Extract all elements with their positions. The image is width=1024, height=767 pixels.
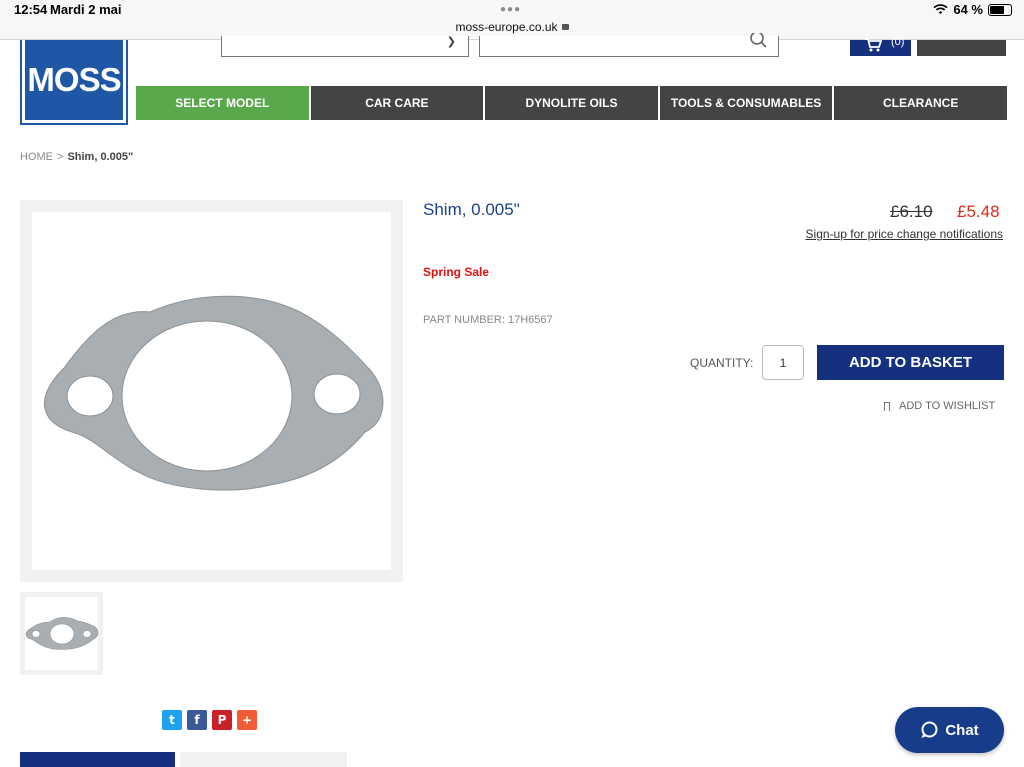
part-number: PART NUMBER: 17H6567	[423, 314, 553, 326]
nav-dynolite-oils[interactable]: DYNOLITE OILS	[485, 86, 658, 120]
address-url: moss-europe.co.uk	[455, 20, 558, 34]
logo-text: MOSS	[27, 61, 121, 98]
wishlist-label: ADD TO WISHLIST	[899, 400, 996, 412]
sale-label: Spring Sale	[423, 265, 490, 279]
cart-button[interactable]: (0)	[850, 36, 911, 56]
breadcrumb-separator: >	[57, 151, 64, 163]
status-indicators: 64 %	[933, 2, 1012, 17]
pinterest-icon[interactable]: P	[212, 710, 232, 730]
nav-tools-consumables[interactable]: TOOLS & CONSUMABLES	[659, 86, 833, 120]
address-bar[interactable]: moss-europe.co.uk	[0, 20, 1024, 34]
tab-application[interactable]	[20, 752, 175, 767]
main-nav: SELECT MODEL CAR CARE DYNOLITE OILS TOOL…	[136, 86, 1007, 120]
product-main-image[interactable]	[20, 200, 403, 582]
share-more-icon[interactable]: +	[237, 710, 257, 730]
chat-bubble-icon	[921, 721, 938, 738]
breadcrumb-home[interactable]: HOME	[20, 151, 53, 163]
chat-label: Chat	[945, 721, 979, 739]
share-buttons: t f P +	[162, 710, 257, 730]
shim-gasket-image	[43, 295, 384, 491]
twitter-icon[interactable]: t	[162, 710, 182, 730]
price-notification-link[interactable]: Sign-up for price change notifications	[806, 227, 1003, 241]
product-tabs	[20, 752, 347, 767]
nav-clearance[interactable]: CLEARANCE	[834, 86, 1007, 120]
add-to-basket-button[interactable]: ADD TO BASKET	[817, 345, 1004, 380]
status-bar: 12:54 Mardi 2 mai ●●● moss-europe.co.uk …	[0, 0, 1024, 40]
shim-gasket-thumbnail	[25, 617, 99, 650]
product-title: Shim, 0.005"	[423, 200, 520, 219]
product-thumbnail[interactable]	[20, 592, 103, 675]
search-icon[interactable]	[750, 33, 768, 51]
add-to-wishlist-link[interactable]: ADD TO WISHLIST	[884, 400, 995, 412]
facebook-icon[interactable]: f	[187, 710, 207, 730]
moss-logo[interactable]: MOSS	[20, 40, 128, 125]
cart-icon	[865, 38, 882, 52]
status-time: 12:54	[14, 2, 48, 17]
battery-percent: 64 %	[953, 2, 983, 17]
sale-price: £5.48	[957, 202, 1000, 221]
tab-specification[interactable]	[180, 752, 347, 767]
breadcrumb: HOME > Shim, 0.005"	[20, 151, 133, 163]
bookmark-icon	[884, 401, 890, 411]
quantity-label: QUANTITY:	[690, 356, 754, 370]
battery-fill	[990, 5, 1005, 14]
chevron-down-icon: ❯	[446, 36, 456, 48]
quantity-input[interactable]	[762, 345, 804, 380]
search-input[interactable]	[479, 33, 779, 57]
nav-car-care[interactable]: CAR CARE	[310, 86, 484, 120]
chat-button[interactable]: Chat	[895, 707, 1004, 753]
select-model-dropdown[interactable]: ❯	[221, 36, 469, 57]
checkout-button[interactable]	[917, 40, 1006, 56]
battery-icon	[988, 3, 1012, 16]
cart-count: (0)	[891, 36, 905, 48]
wifi-icon	[933, 4, 948, 15]
breadcrumb-current: Shim, 0.005"	[67, 151, 134, 163]
lock-icon	[561, 23, 569, 30]
multitasking-dots-icon[interactable]: ●●●	[500, 4, 521, 15]
status-date: Mardi 2 mai	[50, 2, 122, 17]
old-price: £6.10	[890, 202, 933, 221]
nav-select-model[interactable]: SELECT MODEL	[136, 86, 309, 120]
